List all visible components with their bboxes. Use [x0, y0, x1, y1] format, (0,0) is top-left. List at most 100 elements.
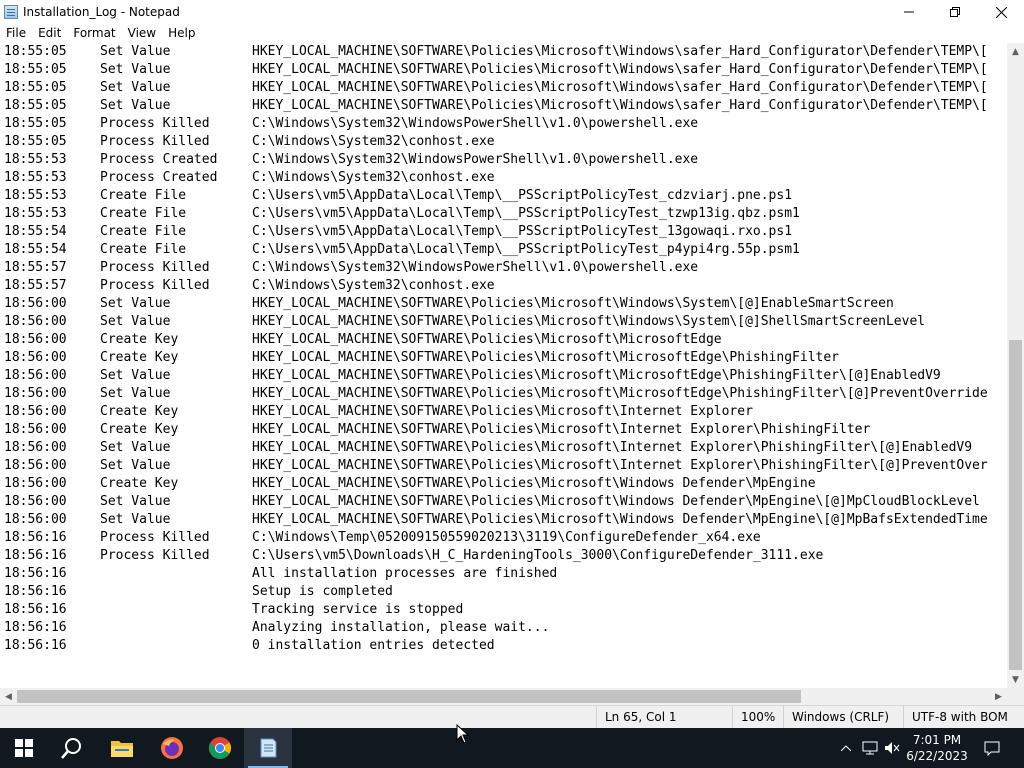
log-action: Create Key	[100, 404, 179, 419]
log-line: 18:55:05 Set Value HKEY_LOCAL_MACHINE\SOFT…	[0, 97, 1007, 115]
taskbar-notepad[interactable]	[244, 728, 292, 768]
chevron-up-icon	[841, 745, 851, 751]
taskbar-file-explorer[interactable]	[98, 728, 146, 768]
status-bar: Ln 65, Col 1 100% Windows (CRLF) UTF-8 w…	[0, 705, 1024, 728]
log-detail: HKEY_LOCAL_MACHINE\SOFTWARE\Policies\Mic…	[252, 494, 980, 509]
log-line: 18:56:00 Set Value HKEY_LOCAL_MACHINE\SOFT…	[0, 295, 1007, 313]
restore-icon	[950, 7, 960, 17]
log-line: 18:56:00 Set Value HKEY_LOCAL_MACHINE\SOFT…	[0, 511, 1007, 529]
log-line: 18:55:53 Create File C:\Users\vm5\AppData\…	[0, 187, 1007, 205]
notepad-app-icon	[4, 5, 18, 19]
log-action: Create File	[100, 188, 187, 203]
log-detail: HKEY_LOCAL_MACHINE\SOFTWARE\Policies\Mic…	[252, 512, 988, 527]
horizontal-scroll-thumb[interactable]	[17, 690, 801, 703]
menu-help[interactable]: Help	[162, 26, 201, 40]
log-time: 18:56:00	[4, 350, 67, 365]
minimize-button[interactable]	[886, 0, 932, 24]
log-detail: C:\Users\vm5\AppData\Local\Temp\__PSScri…	[252, 206, 800, 221]
log-time: 18:55:53	[4, 152, 67, 167]
log-time: 18:55:05	[4, 116, 67, 131]
menu-file[interactable]: File	[0, 26, 32, 40]
show-hidden-icons-button[interactable]	[838, 728, 854, 768]
log-action: Set Value	[100, 440, 171, 455]
log-detail: HKEY_LOCAL_MACHINE\SOFTWARE\Policies\Mic…	[252, 98, 988, 113]
chrome-icon	[209, 737, 231, 759]
search-button[interactable]	[48, 728, 96, 768]
log-time: 18:56:16	[4, 548, 67, 563]
text-editor[interactable]: 18:55:05 Set Value HKEY_LOCAL_MACHINE\SOFT…	[0, 43, 1007, 688]
log-time: 18:56:00	[4, 314, 67, 329]
horizontal-scrollbar[interactable]: ◀ ▶	[0, 688, 1007, 705]
vertical-scrollbar[interactable]: ▲ ▼	[1007, 43, 1024, 688]
action-center-button[interactable]	[980, 728, 1004, 768]
taskbar-firefox[interactable]	[148, 728, 196, 768]
log-action: Process Killed	[100, 260, 210, 275]
log-action: Process Killed	[100, 530, 210, 545]
log-detail: C:\Users\vm5\AppData\Local\Temp\__PSScri…	[252, 242, 800, 257]
log-detail: HKEY_LOCAL_MACHINE\SOFTWARE\Policies\Mic…	[252, 332, 722, 347]
scroll-right-arrow-icon[interactable]: ▶	[990, 688, 1007, 705]
menu-edit[interactable]: Edit	[32, 26, 67, 40]
log-line: 18:56:16 Setup is completed	[0, 583, 1007, 601]
scroll-down-arrow-icon[interactable]: ▼	[1007, 671, 1024, 688]
log-detail: Analyzing installation, please wait...	[252, 620, 550, 635]
log-detail: C:\Users\vm5\AppData\Local\Temp\__PSScri…	[252, 224, 793, 239]
log-time: 18:55:05	[4, 80, 67, 95]
log-action: Set Value	[100, 62, 171, 77]
log-action: Create Key	[100, 350, 179, 365]
network-icon	[862, 741, 878, 755]
restore-button[interactable]	[932, 0, 978, 24]
clock-time: 7:01 PM	[912, 733, 962, 747]
log-line: 18:55:05 Process Killed C:\Windows\System3…	[0, 133, 1007, 151]
notepad-icon	[260, 738, 277, 758]
log-detail: HKEY_LOCAL_MACHINE\SOFTWARE\Policies\Mic…	[252, 350, 839, 365]
close-button[interactable]	[978, 0, 1024, 24]
menu-bar: File Edit Format View Help	[0, 24, 1024, 42]
log-line: 18:55:53 Create File C:\Users\vm5\AppData\…	[0, 205, 1007, 223]
log-line: 18:55:53 Process Created C:\Windows\System…	[0, 151, 1007, 169]
log-detail: HKEY_LOCAL_MACHINE\SOFTWARE\Policies\Mic…	[252, 368, 941, 383]
log-detail: HKEY_LOCAL_MACHINE\SOFTWARE\Policies\Mic…	[252, 296, 894, 311]
start-icon	[15, 739, 33, 757]
network-tray[interactable]	[860, 728, 880, 768]
log-detail: HKEY_LOCAL_MACHINE\SOFTWARE\Policies\Mic…	[252, 404, 753, 419]
taskbar-clock[interactable]: 7:01 PM 6/22/2023	[896, 728, 978, 768]
log-time: 18:55:05	[4, 62, 67, 77]
log-time: 18:55:57	[4, 260, 67, 275]
log-line: 18:56:00 Create Key HKEY_LOCAL_MACHINE\SOF…	[0, 475, 1007, 493]
log-action: Set Value	[100, 80, 171, 95]
log-line: 18:55:57 Process Killed C:\Windows\System3…	[0, 277, 1007, 295]
log-time: 18:55:05	[4, 44, 67, 59]
log-time: 18:55:54	[4, 242, 67, 257]
log-line: 18:56:00 Create Key HKEY_LOCAL_MACHINE\SOF…	[0, 349, 1007, 367]
log-detail: HKEY_LOCAL_MACHINE\SOFTWARE\Policies\Mic…	[252, 386, 988, 401]
scroll-up-arrow-icon[interactable]: ▲	[1007, 43, 1024, 60]
log-line: 18:55:53 Process Created C:\Windows\System…	[0, 169, 1007, 187]
minimize-icon	[904, 11, 914, 13]
scroll-left-arrow-icon[interactable]: ◀	[0, 688, 17, 705]
search-icon	[61, 738, 81, 759]
log-detail: C:\Windows\System32\WindowsPowerShell\v1…	[252, 152, 699, 167]
log-detail: C:\Windows\System32\conhost.exe	[252, 134, 495, 149]
start-button[interactable]	[0, 728, 48, 768]
log-detail: C:\Windows\System32\conhost.exe	[252, 170, 495, 185]
firefox-icon	[161, 737, 183, 759]
log-detail: HKEY_LOCAL_MACHINE\SOFTWARE\Policies\Mic…	[252, 80, 988, 95]
log-action: Process Created	[100, 170, 218, 185]
log-detail: C:\Users\vm5\AppData\Local\Temp\__PSScri…	[252, 188, 793, 203]
vertical-scroll-thumb[interactable]	[1009, 340, 1022, 670]
log-line: 18:56:00 Set Value HKEY_LOCAL_MACHINE\SOFT…	[0, 493, 1007, 511]
menu-view[interactable]: View	[122, 26, 162, 40]
clock-date: 6/22/2023	[906, 749, 968, 763]
log-time: 18:55:57	[4, 278, 67, 293]
log-line: 18:56:00 Create Key HKEY_LOCAL_MACHINE\SOF…	[0, 403, 1007, 421]
menu-format[interactable]: Format	[67, 26, 121, 40]
log-detail: C:\Windows\System32\conhost.exe	[252, 278, 495, 293]
log-time: 18:56:16	[4, 584, 67, 599]
log-line: 18:55:05 Set Value HKEY_LOCAL_MACHINE\SOFT…	[0, 61, 1007, 79]
log-line: 18:56:16 Process Killed C:\Windows\Temp\05…	[0, 529, 1007, 547]
log-line: 18:56:00 Set Value HKEY_LOCAL_MACHINE\SOFT…	[0, 367, 1007, 385]
taskbar-chrome[interactable]	[196, 728, 244, 768]
log-time: 18:56:00	[4, 404, 67, 419]
log-action: Process Killed	[100, 548, 210, 563]
